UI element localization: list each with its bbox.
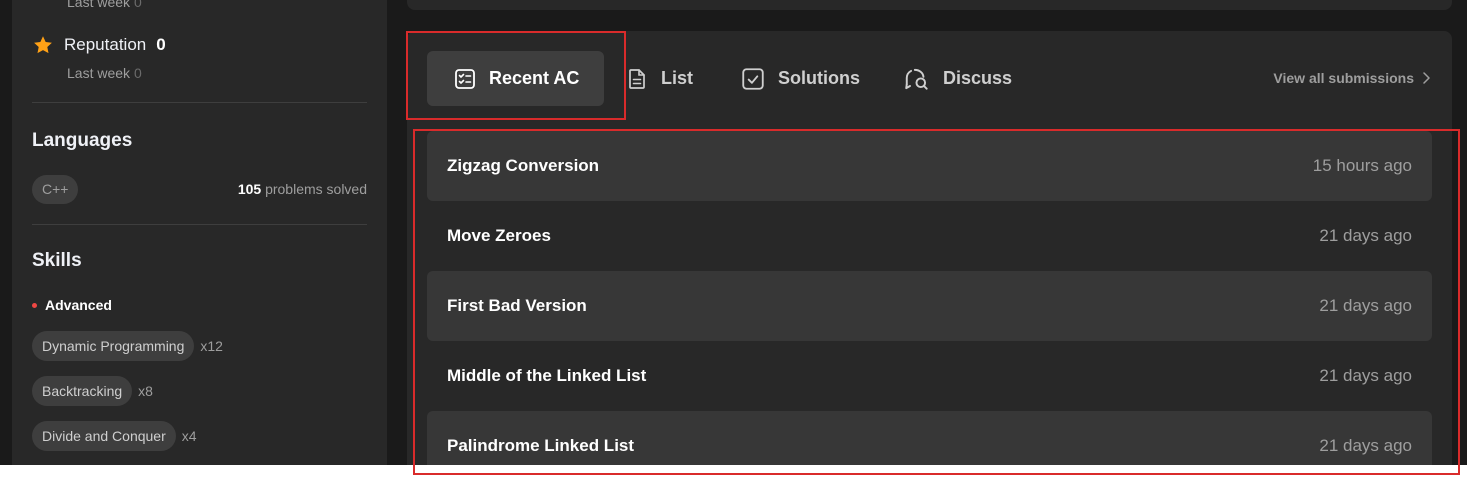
- view-all-submissions-link[interactable]: View all submissions: [1273, 70, 1430, 86]
- skills-title: Skills: [32, 250, 82, 271]
- skill-level: Advanced: [32, 297, 112, 313]
- skill-chip[interactable]: Divide and Conquer: [32, 421, 176, 451]
- skill-count: x4: [181, 428, 197, 444]
- star-icon: [34, 36, 52, 54]
- view-all-label: View all submissions: [1273, 70, 1414, 86]
- annotation-box-list: [413, 129, 1460, 475]
- skill-count: x12: [200, 338, 223, 354]
- tab-label: Solutions: [778, 68, 860, 88]
- tab-solutions[interactable]: Solutions: [740, 51, 860, 106]
- skill-chip[interactable]: Backtracking: [32, 376, 133, 406]
- skill-item: Dynamic Programming x12: [32, 331, 223, 361]
- top-lastweek: Last week 0: [67, 0, 142, 10]
- profile-sidebar: Last week 0 Reputation 0 Last week 0 Lan…: [12, 0, 387, 465]
- skill-item: Backtracking x8: [32, 376, 153, 406]
- reputation-lastweek: Last week 0: [67, 65, 142, 81]
- languages-title: Languages: [32, 130, 133, 151]
- language-count: 105: [237, 181, 262, 197]
- reputation-label: Reputation: [64, 35, 147, 54]
- divider: [32, 224, 367, 225]
- skill-count: x8: [138, 383, 153, 399]
- divider: [32, 102, 367, 103]
- document-icon: [629, 68, 645, 89]
- reputation-value: 0: [156, 35, 166, 54]
- skill-chip[interactable]: Dynamic Programming: [32, 331, 195, 361]
- reputation-row: Reputation 0: [32, 34, 166, 56]
- reputation-lastweek-label: Last week: [67, 65, 131, 81]
- top-lastweek-value: 0: [133, 0, 142, 10]
- tab-discuss[interactable]: Discuss: [903, 51, 1012, 106]
- language-count-suffix: problems solved: [265, 181, 367, 197]
- level-dot-icon: [32, 302, 37, 308]
- chevron-right-icon: [1423, 72, 1430, 84]
- tab-label: List: [661, 68, 694, 88]
- checkbox-icon: [742, 67, 764, 90]
- top-card: [407, 0, 1452, 10]
- reputation-lastweek-value: 0: [133, 65, 142, 81]
- language-chip[interactable]: C++: [32, 175, 79, 204]
- skill-item: Divide and Conquer x4: [32, 421, 197, 451]
- discuss-icon: [905, 68, 928, 90]
- annotation-box-tab: [406, 31, 626, 120]
- tab-list[interactable]: List: [625, 51, 693, 106]
- skill-level-label: Advanced: [45, 297, 112, 313]
- language-solved-count: 105 problems solved: [238, 181, 367, 197]
- tab-label: Discuss: [943, 68, 1013, 88]
- top-lastweek-label: Last week: [67, 0, 131, 10]
